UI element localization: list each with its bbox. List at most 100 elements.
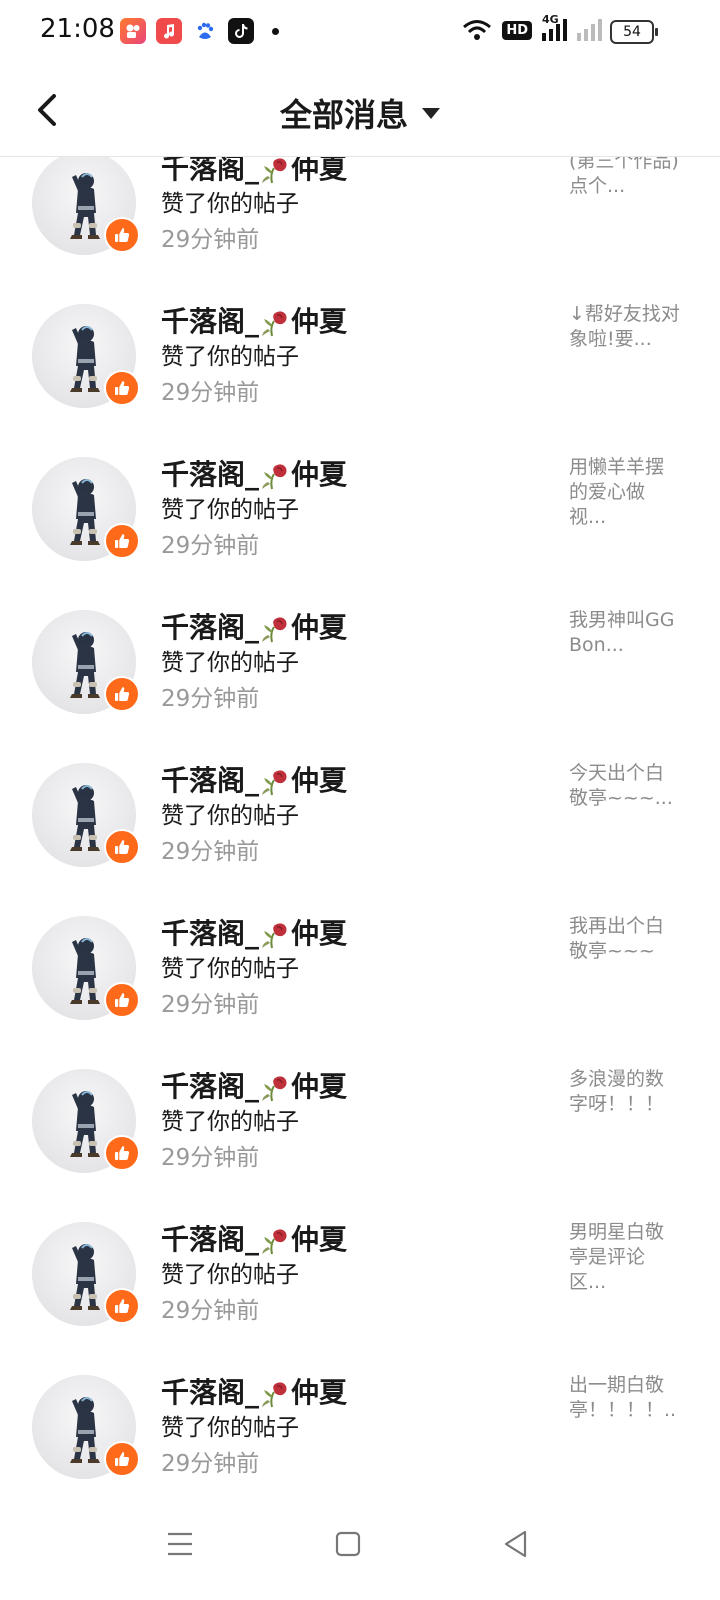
battery-indicator: 54 [610, 20, 658, 44]
notification-item[interactable]: 千落阁_ 仲夏 赞了你的帖子 29分钟前 多浪漫的数字呀！！！ [0, 1067, 720, 1222]
notification-time: 29分钟前 [161, 1451, 260, 1477]
post-preview[interactable]: ↓帮好友找对象啦!要... [569, 302, 681, 352]
post-preview[interactable]: 多浪漫的数字呀！！！ [569, 1067, 681, 1117]
rose-icon [260, 1074, 290, 1102]
username-suffix: 仲夏 [291, 611, 348, 644]
thumbs-up-icon [104, 829, 140, 865]
notification-item[interactable]: 千落阁_ 仲夏 赞了你的帖子 29分钟前 男明星白敬亭是评论区... [0, 1220, 720, 1375]
username[interactable]: 千落阁_ 仲夏 [161, 1218, 347, 1258]
username-prefix: 千落阁_ [161, 1376, 260, 1409]
notification-action: 赞了你的帖子 [161, 956, 299, 982]
notification-item[interactable]: 千落阁_ 仲夏 赞了你的帖子 29分钟前 出一期白敬亭！！！！.. [0, 1373, 720, 1490]
notification-action: 赞了你的帖子 [161, 650, 299, 676]
notification-item[interactable]: 千落阁_ 仲夏 赞了你的帖子 29分钟前 我再出个白敬亭~~~ [0, 914, 720, 1069]
notification-item[interactable]: 千落阁_ 仲夏 赞了你的帖子 29分钟前 我男神叫GG Bon... [0, 608, 720, 763]
thumbs-up-icon [104, 523, 140, 559]
system-icons: HD 4G [462, 13, 602, 42]
username[interactable]: 千落阁_ 仲夏 [161, 606, 347, 646]
username-prefix: 千落阁_ [161, 305, 260, 338]
status-time: 21:08 [40, 14, 115, 44]
notification-time: 29分钟前 [161, 1145, 260, 1171]
message-filter-dropdown[interactable]: 全部消息 [0, 90, 720, 136]
username-suffix: 仲夏 [291, 917, 348, 950]
notification-action: 赞了你的帖子 [161, 803, 299, 829]
username-suffix: 仲夏 [291, 458, 348, 491]
post-preview[interactable]: 男明星白敬亭是评论区... [569, 1220, 681, 1295]
rose-icon [260, 1227, 290, 1255]
post-preview[interactable]: 我男神叫GG Bon... [569, 608, 681, 658]
notification-list[interactable]: 千落阁_ 仲夏 赞了你的帖子 29分钟前 (第三个作品)点个... 千落阁_ 仲… [0, 157, 720, 1490]
rose-icon [260, 615, 290, 643]
notification-app-icons [120, 18, 279, 44]
thumbs-up-icon [104, 1441, 140, 1477]
signal-sim2-icon [577, 19, 602, 41]
nav-back-button[interactable] [496, 1524, 536, 1564]
top-bar: 全部消息 [0, 64, 720, 157]
rose-icon [260, 157, 290, 184]
username[interactable]: 千落阁_ 仲夏 [161, 912, 347, 952]
notification-time: 29分钟前 [161, 1298, 260, 1324]
username[interactable]: 千落阁_ 仲夏 [161, 759, 347, 799]
music-app-icon [156, 18, 182, 44]
notification-action: 赞了你的帖子 [161, 191, 299, 217]
menu-icon [168, 1532, 192, 1556]
nav-menu-button[interactable] [160, 1524, 200, 1564]
hd-badge: HD [502, 20, 532, 40]
notification-action: 赞了你的帖子 [161, 1415, 299, 1441]
status-bar: 21:08 HD 4G 54 [0, 0, 720, 64]
username[interactable]: 千落阁_ 仲夏 [161, 300, 347, 340]
thumbs-up-icon [104, 676, 140, 712]
username-prefix: 千落阁_ [161, 157, 260, 185]
notification-action: 赞了你的帖子 [161, 497, 299, 523]
notification-time: 29分钟前 [161, 992, 260, 1018]
username[interactable]: 千落阁_ 仲夏 [161, 1065, 347, 1105]
notification-item[interactable]: 千落阁_ 仲夏 赞了你的帖子 29分钟前 ↓帮好友找对象啦!要... [0, 302, 720, 457]
caret-down-icon [422, 107, 440, 119]
thumbs-up-icon [104, 1135, 140, 1171]
post-preview[interactable]: (第三个作品)点个... [569, 157, 681, 199]
username[interactable]: 千落阁_ 仲夏 [161, 1371, 347, 1411]
notification-action: 赞了你的帖子 [161, 1262, 299, 1288]
username-suffix: 仲夏 [291, 1376, 348, 1409]
thumbs-up-icon [104, 217, 140, 253]
kuaishou-app-icon [120, 18, 146, 44]
notification-item[interactable]: 千落阁_ 仲夏 赞了你的帖子 29分钟前 (第三个作品)点个... [0, 157, 720, 304]
notification-item[interactable]: 千落阁_ 仲夏 赞了你的帖子 29分钟前 用懒羊羊摆的爱心做视... [0, 455, 720, 610]
nav-home-button[interactable] [328, 1524, 368, 1564]
rose-icon [260, 768, 290, 796]
username-suffix: 仲夏 [291, 1223, 348, 1256]
thumbs-up-icon [104, 982, 140, 1018]
rose-icon [260, 921, 290, 949]
more-notifications-dot [272, 27, 279, 35]
username-prefix: 千落阁_ [161, 1223, 260, 1256]
username-suffix: 仲夏 [291, 157, 348, 185]
username[interactable]: 千落阁_ 仲夏 [161, 157, 347, 187]
username-prefix: 千落阁_ [161, 917, 260, 950]
username-suffix: 仲夏 [291, 764, 348, 797]
username-prefix: 千落阁_ [161, 458, 260, 491]
username-prefix: 千落阁_ [161, 1070, 260, 1103]
post-preview[interactable]: 用懒羊羊摆的爱心做视... [569, 455, 681, 530]
notification-action: 赞了你的帖子 [161, 1109, 299, 1135]
rose-icon [260, 462, 290, 490]
notification-item[interactable]: 千落阁_ 仲夏 赞了你的帖子 29分钟前 今天出个白敬亭~~~... [0, 761, 720, 916]
post-preview[interactable]: 今天出个白敬亭~~~... [569, 761, 681, 811]
rose-icon [260, 309, 290, 337]
notification-time: 29分钟前 [161, 839, 260, 865]
wifi-icon [463, 20, 492, 40]
username-prefix: 千落阁_ [161, 611, 260, 644]
username-suffix: 仲夏 [291, 1070, 348, 1103]
douyin-app-icon [228, 18, 254, 44]
username[interactable]: 千落阁_ 仲夏 [161, 453, 347, 493]
post-preview[interactable]: 出一期白敬亭！！！！.. [569, 1373, 681, 1423]
page-title: 全部消息 [279, 96, 408, 134]
thumbs-up-icon [104, 370, 140, 406]
username-suffix: 仲夏 [291, 305, 348, 338]
system-navigation-bar [0, 1490, 720, 1600]
post-preview[interactable]: 我再出个白敬亭~~~ [569, 914, 681, 964]
notification-time: 29分钟前 [161, 686, 260, 712]
rose-icon [260, 1380, 290, 1408]
network-type: 4G [542, 13, 559, 26]
thumbs-up-icon [104, 1288, 140, 1324]
notification-time: 29分钟前 [161, 380, 260, 406]
